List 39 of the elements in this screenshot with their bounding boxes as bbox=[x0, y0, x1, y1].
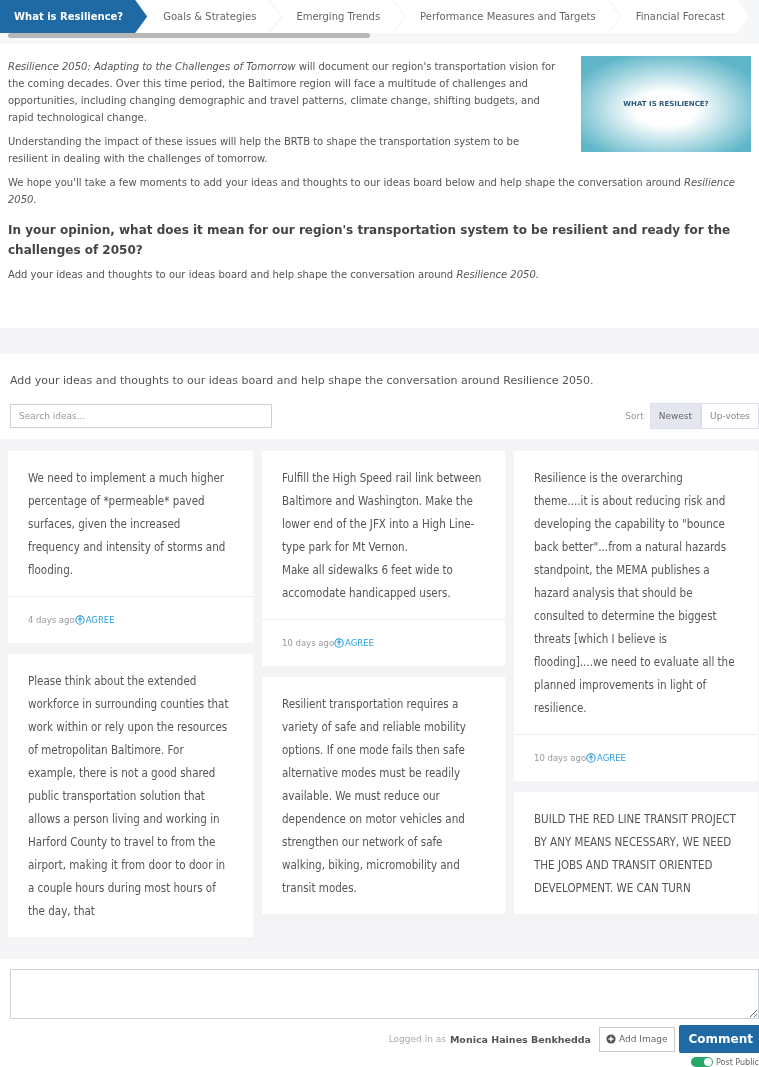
idea-text: BUILD THE RED LINE TRANSIT PROJECT BY ANY MEANS NECESSARY, WE NEED THE JOBS AND TRANSIT ORIENTED DEVELOPMENT. WE CAN TURN bbox=[533, 810, 737, 897]
board-heading: Add your ideas and thoughts to our ideas board and help shape the conversation around Resilience 2050. bbox=[10, 373, 595, 387]
comment-button[interactable]: Comment bbox=[678, 1025, 759, 1053]
sort-option[interactable]: Newest bbox=[649, 402, 702, 429]
up-arrow-icon bbox=[74, 614, 85, 625]
post-publicly-label: Post Public bbox=[716, 1057, 759, 1067]
agree-link[interactable]: AGREE bbox=[74, 614, 115, 625]
intro-paragraph: We hope you'll take a few moments to add your ideas and thoughts to our ideas board below and help shape the conversation around Resilience 2050. bbox=[8, 176, 736, 207]
up-arrow-icon bbox=[586, 752, 597, 763]
plus-icon bbox=[606, 1034, 617, 1044]
search-field[interactable]: Search ideas... bbox=[10, 403, 272, 428]
comment-field[interactable] bbox=[10, 969, 759, 1019]
idea-text: Resilience is the overarching theme....it is about reducing risk and developing the capability to "bounce back better"...from a natural hazards standpoint, the MEMA publishes a hazard analysis that should be consulted to determine the biggest threats [which I believe is flooding]....we need to evaluate all the planned improvements in light of resilience. bbox=[533, 469, 736, 717]
add-image-button[interactable]: Add Image bbox=[599, 1026, 675, 1052]
idea-age: 10 days ago bbox=[282, 637, 335, 648]
idea-text: Fulfill the High Speed rail link between Baltimore and Washington. Make the lower end of the JFX into a High Line-type park for Mt Vernon. Make all sidewalks 6 feet wide to accomodate handicapped users. bbox=[281, 469, 483, 602]
tab[interactable]: Emerging Trends bbox=[270, 0, 405, 33]
intro-paragraph: Understanding the impact of these issues will help the BRTB to shape the transportation system to be resilient in dealing with the challenges of tomorrow. bbox=[8, 135, 521, 166]
scrollbar[interactable] bbox=[8, 33, 370, 38]
idea-age: 4 days ago bbox=[28, 614, 75, 625]
tab[interactable]: Performance Measures and Targets bbox=[394, 0, 620, 33]
idea-age: 10 days ago bbox=[534, 752, 587, 763]
tab[interactable]: Financial Forecast bbox=[609, 0, 749, 33]
logged-in-label: Logged in as bbox=[388, 1034, 446, 1044]
up-arrow-icon bbox=[334, 637, 345, 648]
sort-option[interactable]: Up-votes bbox=[701, 402, 759, 429]
question-heading: In your opinion, what does it mean for our region's transportation system to be resilient and ready for the challenges of 2050? bbox=[8, 222, 732, 259]
idea-text: Resilient transportation requires a variety of safe and reliable mobility options. If one mode fails then safe alternative modes must be readily available. We must reduce our dependence on motor vehicles and strengthen our network of safe walking, biking, micromobility and transit modes. bbox=[281, 695, 467, 897]
sort-label: Sort bbox=[625, 410, 644, 421]
idea-text: We need to implement a much higher percentage of *permeable* paved surfaces, given the increased frequency and intensity of storms and flooding. bbox=[27, 469, 227, 579]
prompt-text: Add your ideas and thoughts to our ideas board and help shape the conversation around Resilience 2050. bbox=[8, 268, 540, 282]
agree-link[interactable]: AGREE bbox=[586, 752, 626, 763]
idea-text: Please think about the extended workforce in surrounding counties that work within or rely upon the resources of metropolitan Baltimore. For example, there is not a good shared public transportation solution that allows a person living and working in Harford County to travel to from the airport, making it from door to door in a couple hours during most hours of the day, that bbox=[27, 672, 230, 920]
tab[interactable]: What is Resilience? bbox=[0, 0, 148, 33]
user-name: Monica Haines Benkhedda bbox=[449, 1033, 592, 1045]
agree-link[interactable]: AGREE bbox=[334, 637, 374, 648]
tab[interactable]: Goals & Strategies bbox=[137, 0, 281, 33]
toggle-switch[interactable] bbox=[691, 1057, 714, 1067]
intro-paragraph: Resilience 2050: Adapting to the Challenges of Tomorrow will document our region's transportation vision for the coming decades. Over this time period, the Baltimore region will face a multitude of challenges and opportunities, including changing demographic and travel patterns, climate change, shifting budgets, and rapid technological change. bbox=[8, 60, 557, 125]
